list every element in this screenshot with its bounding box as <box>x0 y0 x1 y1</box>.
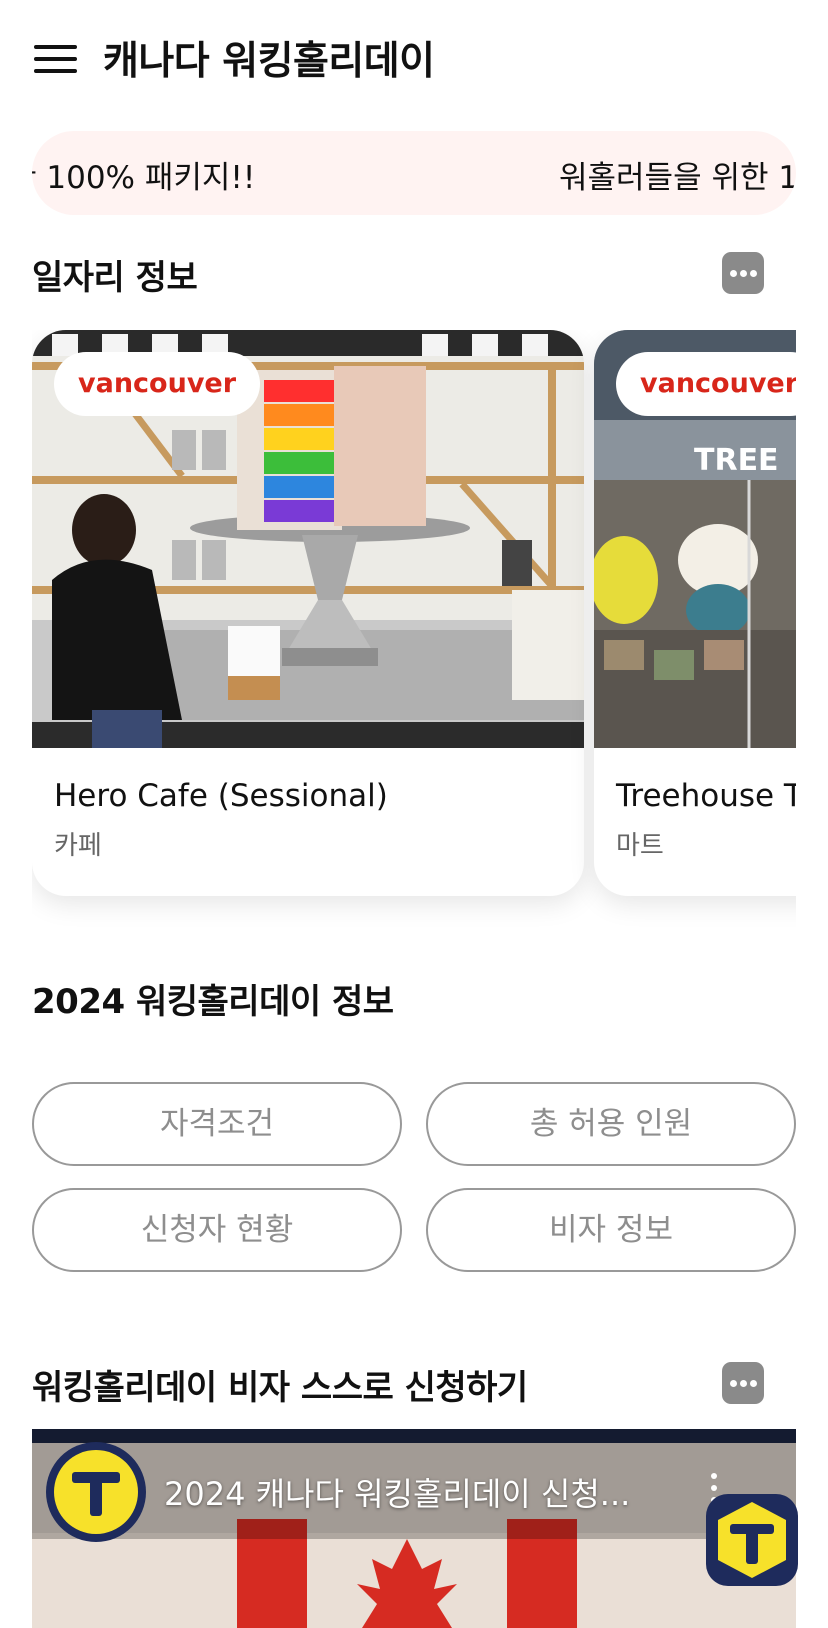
t-logo-icon[interactable] <box>46 1442 146 1542</box>
video-thumbnail <box>32 1429 796 1628</box>
location-badge: vancouver <box>616 352 796 416</box>
t-floating-button-icon[interactable] <box>706 1494 798 1586</box>
visa-info-button[interactable]: 비자 정보 <box>426 1188 796 1272</box>
applicant-status-button[interactable]: 신청자 현황 <box>32 1188 402 1272</box>
hamburger-icon[interactable] <box>34 42 78 74</box>
app-header: 캐나다 워킹홀리데이 <box>0 0 828 115</box>
video-embed[interactable]: 2024 캐나다 워킹홀리데이 신청... <box>32 1429 796 1628</box>
more-icon[interactable] <box>722 252 764 294</box>
job-title: Treehouse T <box>616 778 796 814</box>
job-category: 마트 <box>616 831 664 861</box>
job-card[interactable]: vancouver Hero Cafe (Sessional) 카페 <box>32 330 584 896</box>
more-icon[interactable] <box>722 1362 764 1404</box>
location-badge: vancouver <box>54 352 261 416</box>
visa-section-title: 워킹홀리데이 비자 스스로 신청하기 <box>32 1368 528 1408</box>
whv-info-title: 2024 워킹홀리데이 정보 <box>32 982 394 1022</box>
promo-marquee[interactable]: 한 100% 패키지!! 워홀러들을 위한 1 <box>32 131 796 215</box>
page-title: 캐나다 워킹홀리데이 <box>103 39 435 84</box>
job-category: 카페 <box>54 831 102 861</box>
video-title: 2024 캐나다 워킹홀리데이 신청... <box>164 1475 631 1513</box>
eligibility-button[interactable]: 자격조건 <box>32 1082 402 1166</box>
svg-text:TREE: TREE <box>694 443 779 478</box>
job-card[interactable]: TREE vancouver Treehouse T 마트 <box>594 330 796 896</box>
marquee-text: 워홀러들을 위한 1 <box>559 160 796 196</box>
job-title: Hero Cafe (Sessional) <box>54 778 388 814</box>
total-quota-button[interactable]: 총 허용 인원 <box>426 1082 796 1166</box>
jobs-section-title: 일자리 정보 <box>32 258 198 298</box>
marquee-text: 한 100% 패키지!! <box>32 160 256 196</box>
job-carousel[interactable]: vancouver Hero Cafe (Sessional) 카페 TREE <box>32 330 796 930</box>
